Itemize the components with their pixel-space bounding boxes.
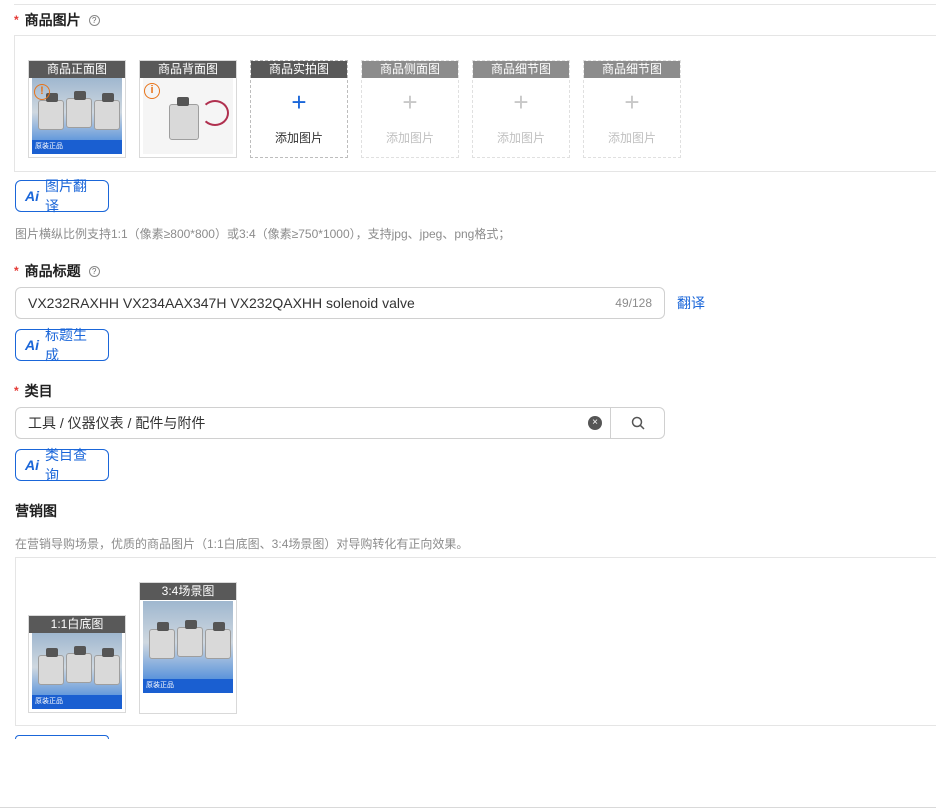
info-icon[interactable]: i xyxy=(144,83,160,99)
slot-title: 3:4场景图 xyxy=(140,583,236,600)
image-slot-front[interactable]: 原装正品 商品正面图 ! xyxy=(28,60,126,158)
image-slot-side: 商品侧面图 + 添加图片 xyxy=(361,60,459,158)
plus-icon: + xyxy=(291,87,307,117)
product-images-title: 商品图片 xyxy=(24,12,81,28)
add-image-label: 添加图片 xyxy=(274,131,323,145)
title-input[interactable]: VX232RAXHH VX234AAX347H VX232QAXHH solen… xyxy=(15,287,665,319)
slot-title: 商品细节图 xyxy=(584,61,680,78)
image-hint: 图片横纵比例支持1:1（像素≥800*800）或3:4（像素≥750*1000）… xyxy=(15,227,511,241)
required-mark: * xyxy=(14,13,19,27)
category-value: 工具 / 仪器仪表 / 配件与附件 xyxy=(28,415,206,431)
ai-icon: Ai xyxy=(25,337,39,353)
category-query-label: 类目查询 xyxy=(45,447,87,483)
title-input-value: VX232RAXHH VX234AAX347H VX232QAXHH solen… xyxy=(28,295,415,311)
product-images-label: * 商品图片 ? xyxy=(14,10,100,30)
help-icon[interactable]: ? xyxy=(88,14,100,26)
product-photo: 原装正品 xyxy=(143,601,233,693)
cable-shape xyxy=(201,100,229,126)
required-mark: * xyxy=(14,264,19,278)
category-query-button[interactable]: Ai 类目查询 xyxy=(15,447,109,483)
slot-title: 商品实拍图 xyxy=(251,61,347,78)
slot-title: 商品侧面图 xyxy=(362,61,458,78)
clear-icon[interactable]: × xyxy=(588,416,602,430)
image-slot-detail-2: 商品细节图 + 添加图片 xyxy=(583,60,681,158)
slot-title: 1:1白底图 xyxy=(29,616,125,633)
slot-title: 商品正面图 xyxy=(29,61,125,78)
photo-band: 原装正品 xyxy=(32,695,122,709)
marketing-slot-portrait[interactable]: 原装正品 3:4场景图 xyxy=(139,582,237,714)
plus-icon: + xyxy=(402,87,418,117)
category-section-title: 类目 xyxy=(24,383,53,399)
slot-title: 商品背面图 xyxy=(140,61,236,78)
add-image-label: 添加图片 xyxy=(496,131,545,145)
required-mark: * xyxy=(14,384,19,398)
photo-band: 原装正品 xyxy=(143,679,233,693)
add-image-label: 添加图片 xyxy=(385,131,434,145)
title-label: * 商品标题 ? xyxy=(14,261,100,281)
top-divider xyxy=(14,4,936,5)
marketing-slot-square[interactable]: 原装正品 1:1白底图 xyxy=(28,615,126,713)
image-translate-label: 图片翻译 xyxy=(45,178,87,214)
marketing-hint: 在营销导购场景，优质的商品图片（1:1白底图、3:4场景图）对导购转化有正向效果… xyxy=(15,537,469,551)
title-counter: 49/128 xyxy=(615,296,652,310)
category-input[interactable]: 工具 / 仪器仪表 / 配件与附件 × xyxy=(15,407,665,439)
title-generate-button[interactable]: Ai 标题生成 xyxy=(15,327,109,363)
title-translate-link[interactable]: 翻译 xyxy=(677,293,705,313)
category-search-button[interactable] xyxy=(610,408,664,438)
marketing-section-title: 营销图 xyxy=(15,503,57,519)
plus-icon: + xyxy=(513,87,529,117)
slot-title: 商品细节图 xyxy=(473,61,569,78)
warning-icon[interactable]: ! xyxy=(34,84,50,100)
bottom-divider xyxy=(0,807,936,808)
product-photo: 原装正品 xyxy=(32,633,122,709)
image-slot-detail: 商品细节图 + 添加图片 xyxy=(472,60,570,158)
ai-icon: Ai xyxy=(25,188,39,204)
add-image-label: 添加图片 xyxy=(607,131,656,145)
plus-icon: + xyxy=(624,87,640,117)
title-section-title: 商品标题 xyxy=(24,263,81,279)
photo-band: 原装正品 xyxy=(32,140,122,154)
image-slot-real[interactable]: 商品实拍图 + 添加图片 xyxy=(250,60,348,158)
help-icon[interactable]: ? xyxy=(88,265,100,277)
image-translate-button[interactable]: Ai 图片翻译 xyxy=(15,178,109,214)
category-label: * 类目 xyxy=(14,381,53,401)
marketing-label: 营销图 xyxy=(15,501,57,521)
ai-icon: Ai xyxy=(25,457,39,473)
image-slot-back[interactable]: 商品背面图 i xyxy=(139,60,237,158)
search-icon xyxy=(631,416,645,430)
title-generate-label: 标题生成 xyxy=(45,327,87,363)
partial-button-edge xyxy=(15,735,109,739)
